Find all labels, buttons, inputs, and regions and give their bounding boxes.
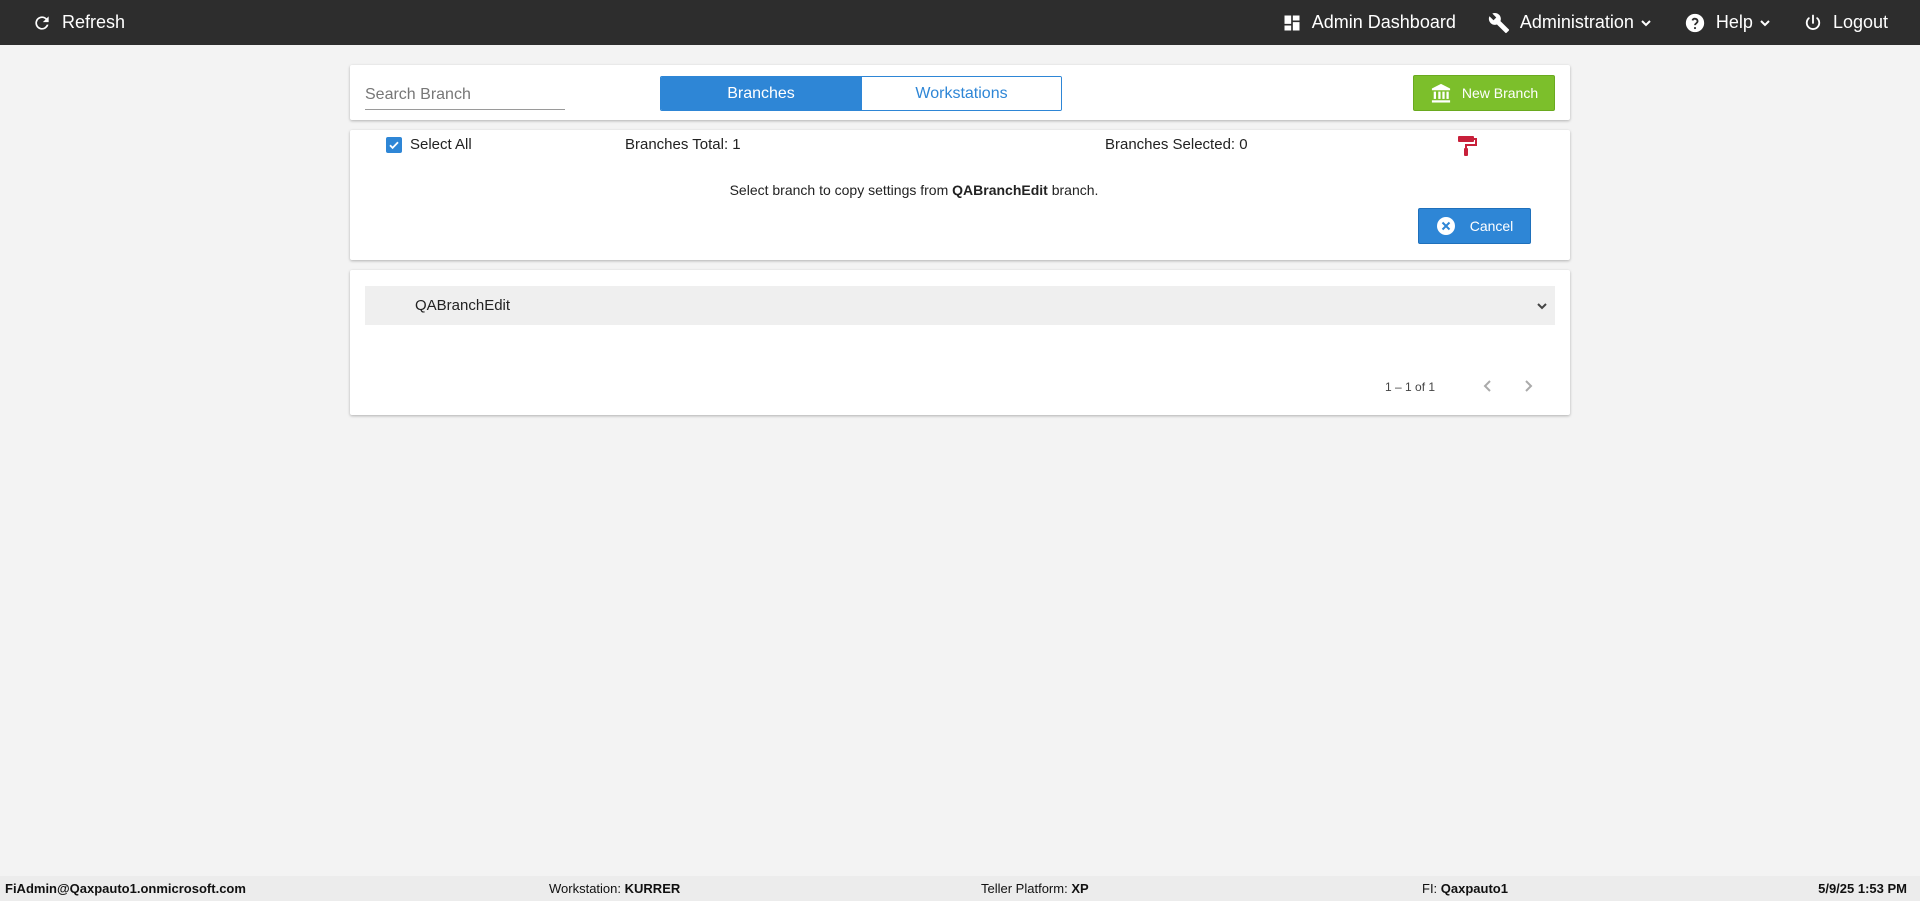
- view-toggle: Branches Workstations: [660, 76, 1062, 111]
- check-icon: [389, 141, 399, 149]
- tab-workstations[interactable]: Workstations: [861, 77, 1061, 110]
- dashboard-icon: [1284, 15, 1300, 30]
- help-label: Help: [1715, 12, 1753, 32]
- paint-roller-icon: [1458, 136, 1477, 156]
- branches-selected: Branches Selected: 0: [1105, 136, 1248, 153]
- footer-workstation-label: Workstation:: [549, 881, 622, 896]
- footer-fi-value: Qaxpauto1: [1440, 881, 1508, 896]
- chevron-down-icon[interactable]: [1535, 299, 1549, 313]
- paint-roller-button[interactable]: [1457, 135, 1477, 162]
- help-icon: [1685, 13, 1705, 32]
- chevron-down-icon: [1641, 19, 1651, 26]
- hint-prefix: Select branch to copy settings from: [729, 182, 949, 198]
- refresh-label: Refresh: [62, 12, 126, 32]
- branch-name: QABranchEdit: [415, 297, 511, 314]
- new-branch-button[interactable]: New Branch: [1413, 75, 1555, 111]
- close-circle-icon: [1436, 217, 1455, 235]
- top-nav-right-group: Admin Dashboard Administration Help Logo…: [1250, 0, 1888, 45]
- power-icon: [1805, 14, 1821, 30]
- branch-toolbar-card: Branches Workstations New Branch: [350, 65, 1570, 120]
- footer-platform: Teller Platform: XP: [981, 881, 1089, 896]
- copy-settings-card: Select All Branches Total: 1 Branches Se…: [350, 130, 1570, 260]
- administration-label: Administration: [1519, 12, 1634, 32]
- copy-settings-hint: Select branch to copy settings from QABr…: [350, 182, 1478, 198]
- select-all-control[interactable]: Select All: [386, 136, 472, 153]
- branches-total: Branches Total: 1: [625, 136, 741, 153]
- footer-workstation-value: KURRER: [624, 881, 681, 896]
- top-navigation-bar: Refresh Admin Dashboard Administration H…: [0, 0, 1920, 45]
- help-menu[interactable]: Help: [1684, 0, 1771, 45]
- logout-button[interactable]: Logout: [1803, 0, 1888, 45]
- next-page-button[interactable]: [1520, 378, 1536, 399]
- hint-branch-name: QABranchEdit: [952, 182, 1048, 198]
- hint-suffix: branch.: [1051, 182, 1099, 198]
- footer-workstation: Workstation: KURRER: [549, 881, 680, 896]
- footer-datetime: 5/9/25 1:53 PM: [1818, 881, 1907, 896]
- previous-page-button[interactable]: [1480, 378, 1496, 399]
- refresh-icon: [35, 15, 49, 30]
- refresh-button[interactable]: Refresh: [32, 0, 125, 45]
- admin-dashboard-link[interactable]: Admin Dashboard: [1282, 0, 1456, 45]
- footer-user: FiAdmin@Qaxpauto1.onmicrosoft.com: [5, 881, 246, 896]
- chevron-right-icon: [1525, 380, 1533, 392]
- wrench-icon: [1488, 12, 1509, 33]
- footer-user-value: FiAdmin@Qaxpauto1.onmicrosoft.com: [5, 881, 246, 896]
- chevron-down-icon: [1760, 19, 1770, 26]
- new-branch-label: New Branch: [1461, 85, 1539, 101]
- footer-platform-label: Teller Platform:: [981, 881, 1068, 896]
- footer-fi-label: FI:: [1422, 881, 1438, 896]
- cancel-label: Cancel: [1469, 218, 1514, 234]
- bank-icon: [1431, 83, 1450, 103]
- search-input[interactable]: [365, 80, 565, 110]
- footer-platform-value: XP: [1071, 881, 1089, 896]
- status-bar: FiAdmin@Qaxpauto1.onmicrosoft.com Workst…: [0, 876, 1920, 901]
- footer-datetime-value: 5/9/25 1:53 PM: [1818, 881, 1907, 896]
- select-all-label: Select All: [410, 136, 472, 153]
- branch-list-card: QABranchEdit 1 – 1 of 1: [350, 270, 1570, 415]
- tab-branches[interactable]: Branches: [661, 77, 861, 110]
- cancel-button[interactable]: Cancel: [1418, 208, 1531, 244]
- admin-dashboard-label: Admin Dashboard: [1311, 12, 1456, 32]
- chevron-left-icon: [1483, 380, 1491, 392]
- branch-row[interactable]: QABranchEdit: [365, 286, 1555, 325]
- administration-menu[interactable]: Administration: [1488, 0, 1652, 45]
- select-all-checkbox[interactable]: [386, 136, 402, 153]
- footer-fi: FI: Qaxpauto1: [1422, 881, 1508, 896]
- pagination-range: 1 – 1 of 1: [1385, 380, 1436, 394]
- logout-label: Logout: [1832, 12, 1888, 32]
